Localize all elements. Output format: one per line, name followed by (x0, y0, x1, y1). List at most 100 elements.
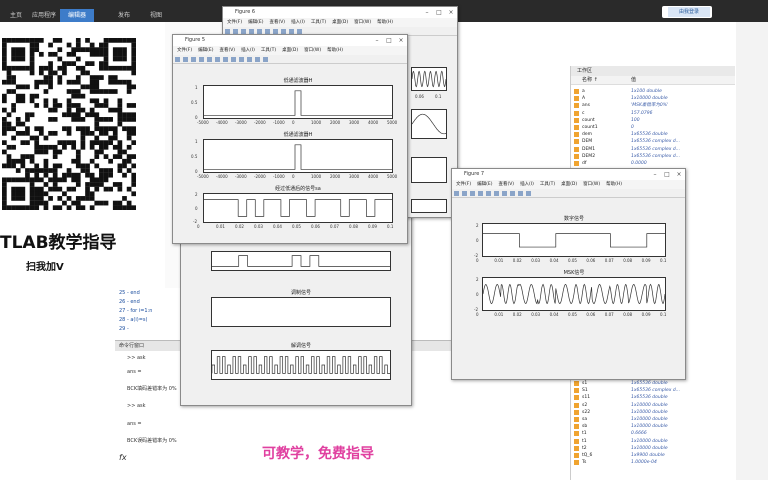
workspace-row[interactable]: ans 'MSK差错率为0%' (571, 102, 735, 109)
login-button[interactable]: 由我登录 (668, 7, 710, 17)
tab-apps[interactable]: 应用程序 (24, 9, 64, 22)
promo-subtitle: 扫我加V (26, 262, 64, 273)
menu-item[interactable]: 工具(T) (261, 48, 276, 53)
workspace-row[interactable]: c 157.0796 (571, 110, 735, 117)
figure-canvas: 数字信号 2 0 -2 0 0.01 0.02 0.03 0.04 0.05 0.06 0.0… (452, 199, 685, 379)
workspace-row[interactable]: t2 1x10000 double (571, 445, 735, 452)
maximize-icon[interactable]: □ (661, 169, 673, 180)
menu-item[interactable]: 文件(F) (456, 182, 471, 187)
workspace-row[interactable]: sb 1x10000 double (571, 423, 735, 430)
tick-label: 0.09 (368, 224, 377, 229)
workspace-row[interactable]: dem 1x65536 double (571, 131, 735, 138)
workspace-columns: 名称 ↑ 值 (571, 76, 735, 85)
variable-value: 1x65536 complex d... (631, 146, 680, 152)
menu-item[interactable]: 编辑(E) (477, 182, 492, 187)
minimize-icon[interactable]: – (649, 169, 661, 180)
variable-name: dem (582, 132, 593, 138)
maximize-icon[interactable]: □ (433, 7, 445, 18)
menu-item[interactable]: 帮助(H) (606, 182, 622, 187)
menu-item[interactable]: 窗口(W) (304, 48, 321, 53)
menu-item[interactable]: 工具(T) (311, 20, 326, 25)
tick-label: -1000 (273, 174, 285, 179)
variable-name: s2 (582, 402, 588, 408)
menu-item[interactable]: 工具(T) (540, 182, 555, 187)
figure-5-window[interactable]: Figure 5 – □ × 文件(F) 编辑(E) 查看(V) 插入(I) 工具(T)… (172, 34, 408, 244)
figure-toolbar[interactable] (452, 189, 685, 198)
workspace-row[interactable]: a 1x100 double (571, 88, 735, 95)
tick-label: 0.05 (568, 258, 577, 263)
workspace-row[interactable]: DEM 1x65536 complex d... (571, 138, 735, 145)
variable-name: sb (582, 424, 588, 430)
tick-label: 0.1 (435, 94, 442, 99)
close-icon[interactable]: × (445, 7, 457, 18)
figure-toolbar[interactable] (173, 55, 407, 64)
workspace-row[interactable]: count1 0 (571, 124, 735, 131)
menu-item[interactable]: 插入(I) (241, 48, 255, 53)
variable-icon (574, 453, 579, 458)
minimize-icon[interactable]: – (421, 7, 433, 18)
menu-item[interactable]: 查看(V) (498, 182, 514, 187)
close-icon[interactable]: × (395, 35, 407, 46)
code-editor[interactable]: 25 - end 26 - end 27 - for i=1:n 28 - a(… (115, 288, 185, 338)
tab-publish[interactable]: 发布 (110, 9, 138, 22)
workspace-row[interactable]: count 100 (571, 117, 735, 124)
variable-icon (574, 388, 579, 394)
signal-line (204, 199, 392, 217)
workspace-row[interactable]: s2 1x10000 double (571, 402, 735, 409)
menu-item[interactable]: 窗口(W) (583, 182, 600, 187)
close-icon[interactable]: × (673, 169, 685, 180)
menu-item[interactable]: 文件(F) (227, 20, 242, 25)
tick-label: 0.08 (623, 258, 633, 263)
sine-wave (412, 113, 446, 135)
tick-label: 0.09 (641, 312, 651, 317)
tick-label: 0.02 (512, 258, 522, 263)
menu-item[interactable]: 编辑(E) (198, 48, 213, 53)
tick-label: 0 (195, 206, 198, 211)
maximize-icon[interactable]: □ (383, 35, 395, 46)
workspace-row[interactable]: s22 1x10000 double (571, 409, 735, 416)
workspace-row[interactable]: DEM1 1x65536 complex d... (571, 146, 735, 153)
tab-view[interactable]: 视图 (142, 9, 170, 22)
workspace-row[interactable]: Ts 1.0000e-04 (571, 459, 735, 466)
column-name[interactable]: 名称 ↑ (582, 76, 598, 85)
qr-code-image (2, 38, 136, 210)
variable-name: DEM (582, 139, 593, 145)
sine-wave (412, 70, 446, 88)
menu-item[interactable]: 查看(V) (269, 20, 285, 25)
workspace-row[interactable]: t1 1x10000 double (571, 438, 735, 445)
command-line: >> ask (127, 355, 146, 361)
tick-label: 1 (195, 85, 198, 90)
column-value[interactable]: 值 (631, 76, 636, 85)
variable-icon (574, 402, 579, 408)
menu-item[interactable]: 窗口(W) (354, 20, 371, 25)
menu-item[interactable]: 桌面(D) (282, 48, 298, 53)
menu-item[interactable]: 文件(F) (177, 48, 192, 53)
workspace-row[interactable]: s11 1x65536 double (571, 394, 735, 401)
workspace-row[interactable]: tQ_6 1x9900 double (571, 452, 735, 459)
tick-label: 0.07 (604, 312, 614, 317)
tick-label: 0.08 (623, 312, 633, 317)
menu-item[interactable]: 桌面(D) (332, 20, 348, 25)
tick-label: 0.02 (512, 312, 522, 317)
code-line: 26 - end (119, 299, 140, 305)
workspace-row[interactable]: t1 0.6666 (571, 430, 735, 437)
menu-item[interactable]: 插入(I) (291, 20, 305, 25)
workspace-row[interactable]: S1 1x65536 complex d... (571, 387, 735, 394)
figure-7-window[interactable]: Figure 7 – □ × 文件(F) 编辑(E) 查看(V) 插入(I) 工具(T)… (451, 168, 686, 380)
variable-icon (574, 139, 579, 145)
minimize-icon[interactable]: – (371, 35, 383, 46)
variable-value: 1x9900 double (631, 453, 665, 458)
workspace-row[interactable]: DEM2 1x65536 complex d... (571, 153, 735, 160)
menu-item[interactable]: 帮助(H) (377, 20, 393, 25)
menu-item[interactable]: 编辑(E) (248, 20, 263, 25)
workspace-row[interactable]: df 0.0000 (571, 160, 735, 167)
plot-area (204, 144, 392, 170)
tab-editor[interactable]: 编辑器 (60, 9, 95, 22)
menu-item[interactable]: 帮助(H) (327, 48, 343, 53)
workspace-row[interactable]: s1 1x65536 double (571, 380, 735, 387)
menu-item[interactable]: 查看(V) (219, 48, 235, 53)
workspace-row[interactable]: A 1x10000 double (571, 95, 735, 102)
menu-item[interactable]: 插入(I) (520, 182, 534, 187)
workspace-row[interactable]: sa 1x10000 double (571, 416, 735, 423)
menu-item[interactable]: 桌面(D) (561, 182, 577, 187)
